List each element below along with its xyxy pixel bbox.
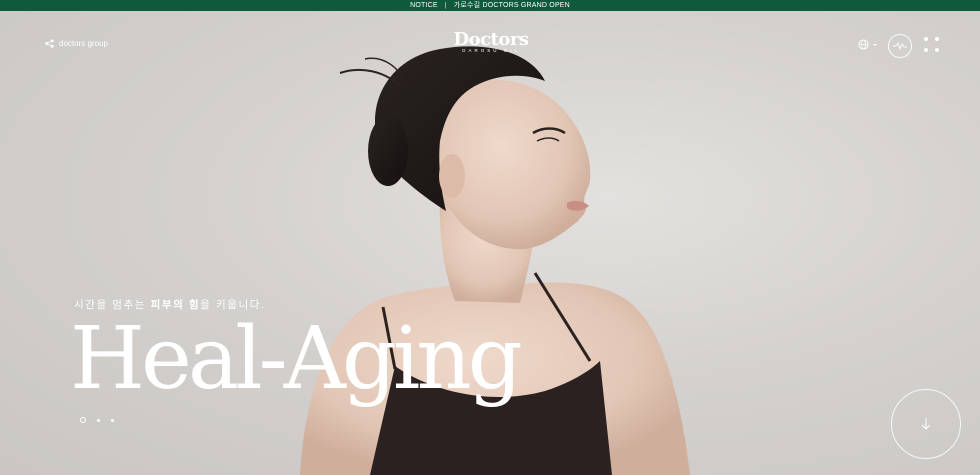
caret-down-icon: [873, 43, 877, 46]
notice-text[interactable]: 가로수길 DOCTORS GRAND OPEN: [454, 2, 570, 9]
slider-pagination: [80, 417, 114, 423]
menu-dot: [935, 48, 939, 52]
wave-button[interactable]: [888, 34, 912, 58]
wave-icon: [893, 42, 907, 50]
doctors-group-link[interactable]: doctors group: [45, 39, 108, 48]
group-link-label: doctors group: [59, 39, 108, 48]
hero-section: doctors group Doctors GAROSU GIL 시간을 멈추는…: [0, 11, 980, 475]
hero-headline: Heal-Aging: [70, 309, 523, 409]
globe-icon: [858, 39, 869, 50]
notice-bar[interactable]: NOTICE | 가로수길 DOCTORS GRAND OPEN: [0, 0, 980, 11]
menu-dot: [924, 37, 928, 41]
arrow-down-icon: [921, 418, 931, 430]
language-selector[interactable]: [858, 39, 878, 50]
site-logo[interactable]: Doctors GAROSU GIL: [440, 29, 542, 53]
share-icon: [45, 39, 54, 48]
notice-label: NOTICE: [410, 2, 438, 9]
menu-dot: [935, 37, 939, 41]
slider-dot[interactable]: [80, 417, 86, 423]
notice-separator: |: [444, 2, 447, 9]
slider-dot[interactable]: [97, 418, 100, 422]
slider-dot[interactable]: [111, 418, 114, 422]
scroll-down-button[interactable]: [891, 389, 961, 459]
menu-dot: [924, 48, 928, 52]
menu-grid-icon[interactable]: [924, 37, 940, 53]
